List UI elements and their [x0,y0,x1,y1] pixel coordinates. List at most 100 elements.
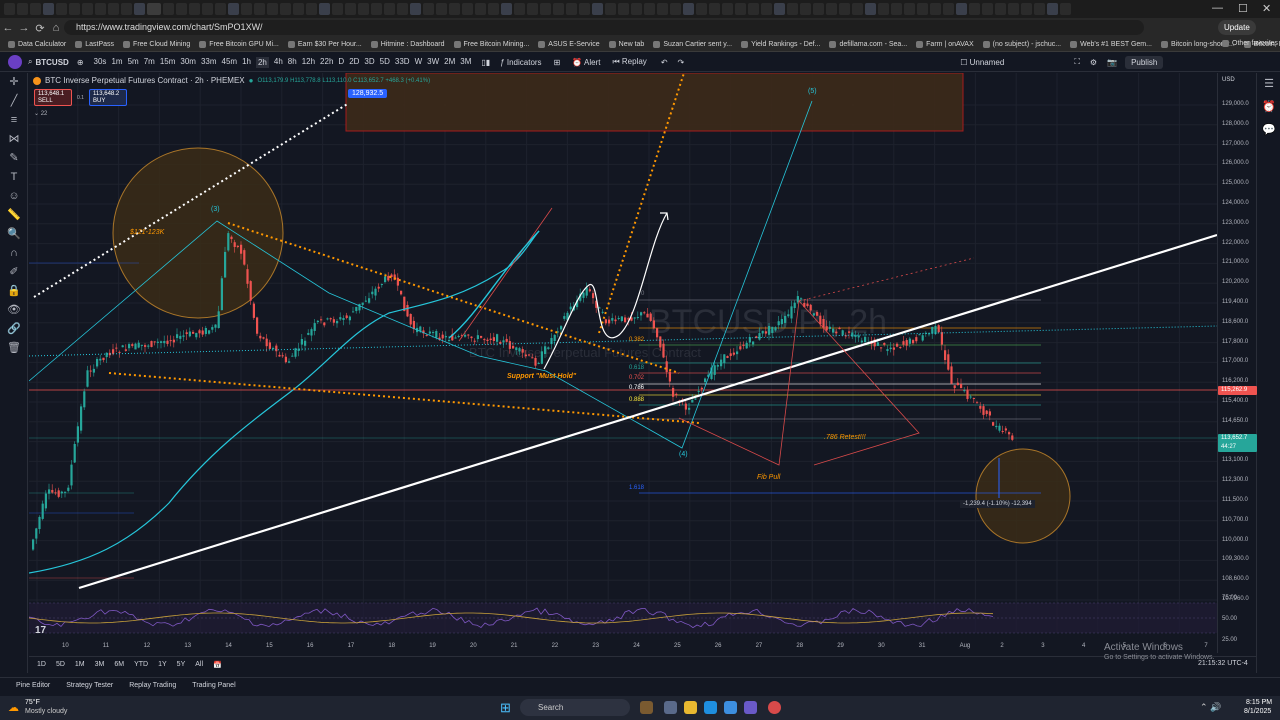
taskbar-search[interactable]: Search [520,699,630,716]
undo-icon[interactable]: ↶ [661,58,668,67]
taskbar-date[interactable]: 8/1/2025 [1244,708,1271,715]
target-zone-box[interactable] [345,73,964,132]
timeframe-7m[interactable]: 7m [144,57,155,68]
bottom-tab[interactable]: Strategy Tester [66,682,113,689]
browser-tab[interactable] [995,3,1006,15]
range-note[interactable]: $121-123K [130,229,164,236]
buy-button[interactable]: 113,648.2 BUY [89,89,127,106]
timeframe-30m[interactable]: 30m [180,57,196,68]
browser-tab[interactable] [657,3,668,15]
forward-icon[interactable]: → [16,22,32,34]
browser-tab[interactable] [696,3,707,15]
browser-tab[interactable] [43,3,54,15]
browser-tab[interactable] [488,3,499,15]
browser-tab[interactable] [904,3,915,15]
redo-icon[interactable]: ↷ [678,58,685,67]
browser-tab[interactable] [267,3,278,15]
browser-tab[interactable] [982,3,993,15]
teal-arrow-path[interactable] [448,230,540,339]
browser-tab[interactable] [228,3,239,15]
text-icon[interactable]: T [0,168,28,187]
browser-tab[interactable] [241,3,252,15]
browser-tab[interactable] [4,3,15,15]
browser-tab[interactable] [280,3,291,15]
browser-tab[interactable] [813,3,824,15]
browser-tab[interactable] [878,3,889,15]
pattern-icon[interactable]: ⋈ [0,130,28,149]
browser-tab[interactable] [163,3,174,15]
link-icon[interactable]: 🔗 [0,320,28,339]
browser-tab[interactable] [319,3,330,15]
symbol-search-icon[interactable]: ⌕ [28,57,32,67]
browser-tab[interactable] [501,3,512,15]
browser-tab[interactable] [108,3,119,15]
browser-tab[interactable] [709,3,720,15]
tradingview-logo-icon[interactable]: 17 [35,625,47,636]
range-5Y[interactable]: 5Y [177,661,186,668]
symbol-button[interactable]: BTCUSD [35,58,68,67]
close-icon[interactable]: ✕ [1262,2,1271,15]
bookmark-item[interactable]: Yield Rankings - Def... [741,41,820,48]
browser-tab[interactable] [371,3,382,15]
browser-tab[interactable] [943,3,954,15]
browser-tab[interactable] [134,3,145,15]
range-6M[interactable]: 6M [114,661,124,668]
ruler-icon[interactable]: 📏 [0,206,28,225]
timeframe-33m[interactable]: 33m [201,57,217,68]
range-YTD[interactable]: YTD [134,661,148,668]
browser-tab[interactable] [722,3,733,15]
browser-tab[interactable] [566,3,577,15]
timeframe-2D[interactable]: 2D [349,57,359,68]
browser-tab[interactable] [462,3,473,15]
timeframe-5m[interactable]: 5m [128,57,139,68]
timeframe-3W[interactable]: 3W [427,57,439,68]
browser-tab[interactable] [605,3,616,15]
browser-tab[interactable] [449,3,460,15]
range-1D[interactable]: 1D [37,661,46,668]
browser-tab[interactable] [254,3,265,15]
browser-tab[interactable] [579,3,590,15]
red-price-tag[interactable]: 115,262.9 [1218,386,1257,395]
url-input[interactable]: https://www.tradingview.com/chart/SmPO1X… [64,20,1144,35]
browser-tab[interactable] [1034,3,1045,15]
zoom-icon[interactable]: 🔍 [0,225,28,244]
stay-drawing-icon[interactable]: ✐ [0,263,28,282]
browser-tab[interactable] [82,3,93,15]
browser-tab[interactable] [917,3,928,15]
taskbar-time[interactable]: 8:15 PM [1246,699,1272,706]
bookmark-item[interactable]: Hitmine : Dashboard [370,41,445,48]
calendar-icon[interactable]: 📅 [213,661,222,669]
eye-icon[interactable]: 👁 [0,301,28,320]
bookmark-item[interactable]: ASUS E-Service [538,41,600,48]
other-favorites[interactable]: Other favorites [1222,40,1278,47]
bookmark-item[interactable]: Farm | onAVAX [916,41,974,48]
chart-clock[interactable]: 21:15:32 UTC-4 [1198,660,1248,667]
browser-tab[interactable] [891,3,902,15]
edge-icon[interactable] [704,701,717,714]
browser-tab[interactable] [683,3,694,15]
timeframe-2M[interactable]: 2M [444,57,455,68]
browser-tab-strip[interactable] [0,0,1280,18]
weather-temp[interactable]: 75°F [25,699,40,706]
weather-desc[interactable]: Mostly cloudy [25,708,67,715]
browser-tab[interactable] [800,3,811,15]
snapshot-icon[interactable]: 📷 [1107,58,1117,67]
timeframe-45m[interactable]: 45m [222,57,238,68]
chat-icon[interactable]: 💬 [1257,119,1280,142]
chart-type-icon[interactable]: ▯▮ [481,58,490,67]
wave5-label[interactable]: (5) [808,88,817,95]
tray-icons[interactable]: ⌃ 🔊 [1200,702,1221,713]
trendline-icon[interactable]: ╱ [0,92,28,111]
range-1Y[interactable]: 1Y [158,661,167,668]
publish-button[interactable]: Publish [1125,55,1164,69]
browser-tab[interactable] [969,3,980,15]
price-chart[interactable]: BTCUSD.PI, 2h BTC Inverse Perpetual Futu… [29,73,1217,653]
timeframe-8h[interactable]: 8h [288,57,297,68]
browser-tab[interactable] [644,3,655,15]
timeframe-15m[interactable]: 15m [160,57,176,68]
browser-tab[interactable] [384,3,395,15]
trash-icon[interactable]: 🗑 [0,339,28,358]
timeframe-22h[interactable]: 22h [320,57,333,68]
bottom-tab[interactable]: Pine Editor [16,682,50,689]
timeframe-12h[interactable]: 12h [302,57,315,68]
